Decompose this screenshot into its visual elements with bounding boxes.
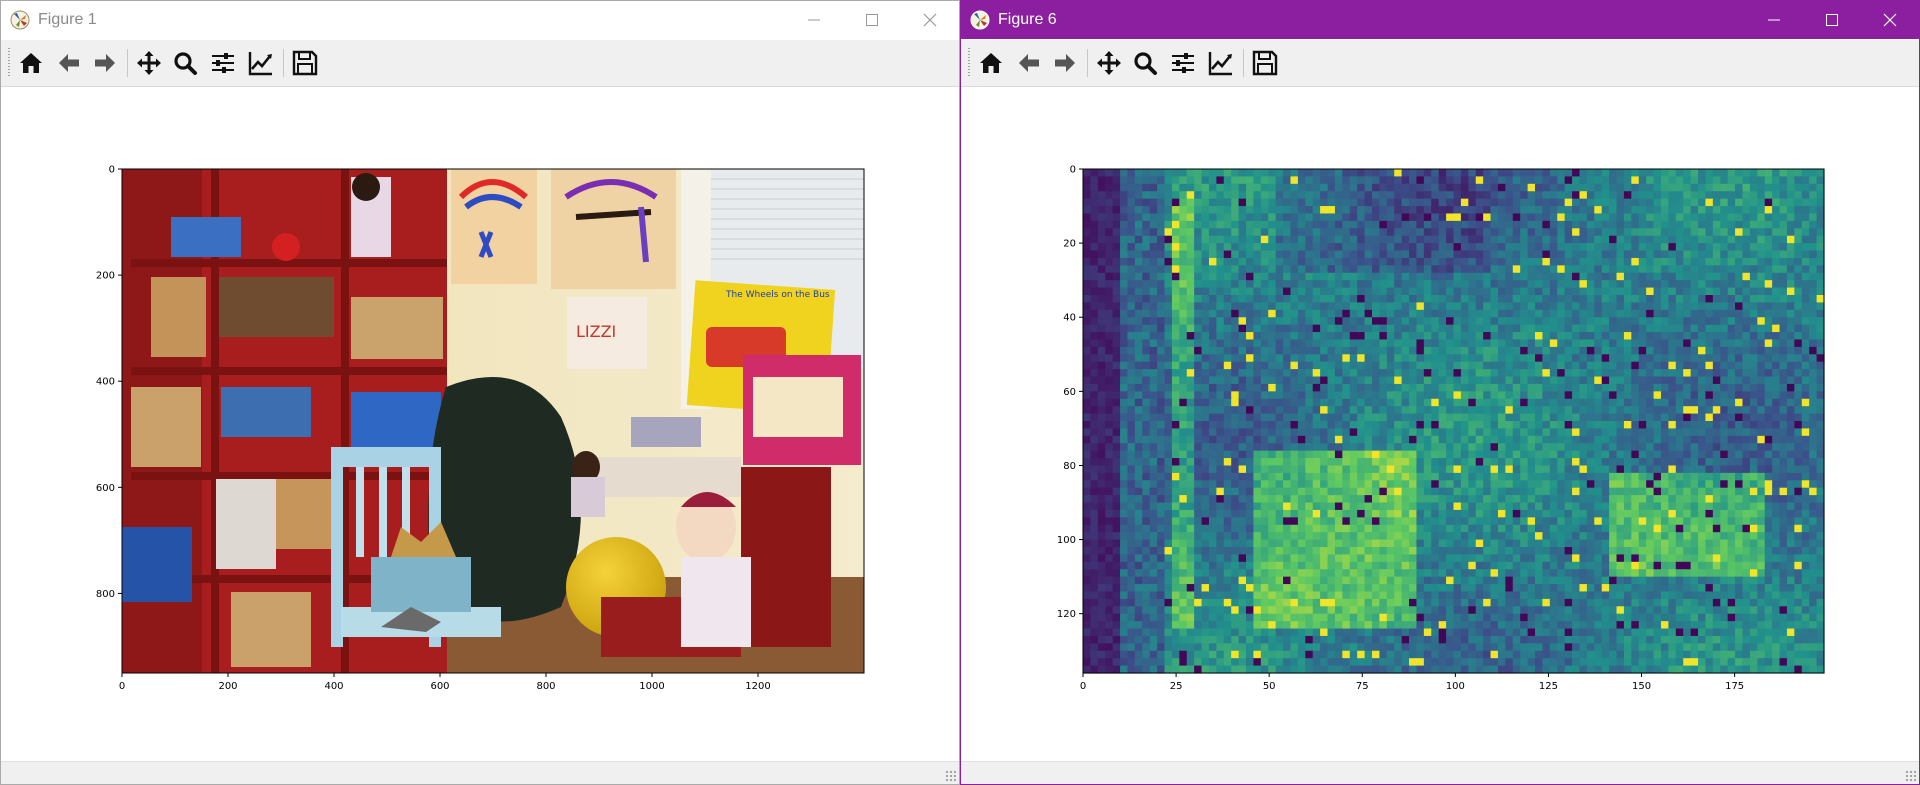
y-tick-label: 20 — [1063, 239, 1076, 250]
pan-icon — [137, 51, 161, 75]
status-bar — [961, 761, 1919, 784]
title-bar[interactable]: Figure 1 — [1, 1, 959, 39]
matplotlib-icon — [10, 10, 30, 30]
matplotlib-icon — [970, 10, 990, 30]
y-tick-label: 400 — [96, 377, 115, 388]
x-tick-label: 0 — [119, 681, 125, 692]
maximize-button[interactable] — [1803, 1, 1861, 39]
y-tick-label: 0 — [1070, 165, 1076, 176]
x-tick-label: 600 — [430, 681, 449, 692]
forward-arrow-icon — [1055, 54, 1075, 72]
x-tick-label: 75 — [1356, 681, 1369, 692]
pan-button[interactable] — [133, 48, 165, 78]
x-tick-label: 175 — [1725, 681, 1744, 692]
figure-6-window: Figure 6 0 25 50 75 100 125 150 175 0 20… — [960, 0, 1920, 785]
svg-text:LIZZI: LIZZI — [576, 322, 616, 341]
zoom-button[interactable] — [169, 48, 201, 78]
x-tick-label: 800 — [536, 681, 555, 692]
status-bar — [1, 761, 959, 784]
close-button[interactable] — [1861, 1, 1919, 39]
figure-6-canvas[interactable]: 0 25 50 75 100 125 150 175 0 20 40 60 80 100 120 — [961, 87, 1919, 763]
edit-axes-button[interactable] — [1205, 48, 1237, 78]
forward-button[interactable] — [89, 48, 121, 78]
save-button[interactable] — [289, 48, 321, 78]
navigation-toolbar — [1, 40, 959, 87]
toolbar-separator — [1087, 49, 1088, 77]
pan-button[interactable] — [1093, 48, 1125, 78]
close-button[interactable] — [901, 1, 959, 39]
minimize-icon — [808, 19, 820, 21]
figure-1-window: Figure 1 LIZZI The Wheels on the Bus 0 2… — [0, 0, 960, 785]
save-icon — [292, 50, 318, 76]
pan-icon — [1097, 51, 1121, 75]
photo-image: LIZZI The Wheels on the Bus — [122, 169, 864, 673]
window-title: Figure 1 — [38, 11, 97, 28]
y-tick-label: 800 — [96, 589, 115, 600]
minimize-icon — [1768, 19, 1780, 21]
navigation-toolbar — [961, 40, 1919, 87]
x-tick-label: 100 — [1446, 681, 1465, 692]
home-icon — [980, 53, 1002, 73]
heatmap-image — [1083, 169, 1825, 674]
resize-grip[interactable] — [945, 770, 957, 782]
x-tick-label: 25 — [1170, 681, 1183, 692]
x-tick-label: 1200 — [745, 681, 770, 692]
home-button[interactable] — [15, 48, 47, 78]
save-icon — [1252, 50, 1278, 76]
x-tick-label: 50 — [1263, 681, 1276, 692]
y-tick-label: 80 — [1063, 461, 1076, 472]
forward-arrow-icon — [95, 54, 115, 72]
maximize-icon — [1826, 14, 1838, 26]
maximize-button[interactable] — [843, 1, 901, 39]
home-button[interactable] — [975, 48, 1007, 78]
toolbar-grip[interactable] — [968, 48, 970, 78]
toolbar-separator — [1243, 49, 1244, 77]
edit-axes-icon — [248, 52, 272, 76]
y-tick-label: 40 — [1063, 313, 1076, 324]
close-icon — [1883, 13, 1897, 27]
configure-subplots-icon — [1172, 53, 1194, 73]
toolbar-grip[interactable] — [8, 48, 10, 78]
minimize-button[interactable] — [785, 1, 843, 39]
x-tick-label: 400 — [324, 681, 343, 692]
back-arrow-icon — [1019, 54, 1039, 72]
x-tick-label: 125 — [1539, 681, 1558, 692]
minimize-button[interactable] — [1745, 1, 1803, 39]
configure-subplots-icon — [212, 53, 234, 73]
edit-axes-button[interactable] — [245, 48, 277, 78]
zoom-icon — [1134, 52, 1157, 75]
x-tick-label: 1000 — [639, 681, 664, 692]
configure-subplots-button[interactable] — [207, 48, 239, 78]
x-tick-label: 200 — [218, 681, 237, 692]
y-tick-label: 600 — [96, 483, 115, 494]
close-icon — [923, 13, 937, 27]
svg-text:The Wheels on the Bus: The Wheels on the Bus — [725, 290, 830, 300]
y-tick-label: 100 — [1057, 535, 1076, 546]
zoom-button[interactable] — [1129, 48, 1161, 78]
figure-1-canvas[interactable]: LIZZI The Wheels on the Bus 0 200 400 60… — [1, 87, 959, 763]
y-tick-label: 200 — [96, 271, 115, 282]
back-button[interactable] — [53, 48, 85, 78]
maximize-icon — [866, 14, 878, 26]
y-tick-label: 0 — [109, 165, 115, 176]
configure-subplots-button[interactable] — [1167, 48, 1199, 78]
title-bar[interactable]: Figure 6 — [961, 1, 1919, 39]
x-tick-label: 0 — [1080, 681, 1086, 692]
zoom-icon — [174, 52, 197, 75]
back-arrow-icon — [59, 54, 79, 72]
toolbar-separator — [283, 49, 284, 77]
save-button[interactable] — [1249, 48, 1281, 78]
toolbar-separator — [127, 49, 128, 77]
home-icon — [20, 53, 42, 73]
forward-button[interactable] — [1049, 48, 1081, 78]
back-button[interactable] — [1013, 48, 1045, 78]
y-tick-label: 60 — [1063, 387, 1076, 398]
y-tick-label: 120 — [1057, 609, 1076, 620]
edit-axes-icon — [1208, 52, 1232, 76]
x-tick-label: 150 — [1632, 681, 1651, 692]
resize-grip[interactable] — [1905, 770, 1917, 782]
window-title: Figure 6 — [998, 11, 1057, 28]
